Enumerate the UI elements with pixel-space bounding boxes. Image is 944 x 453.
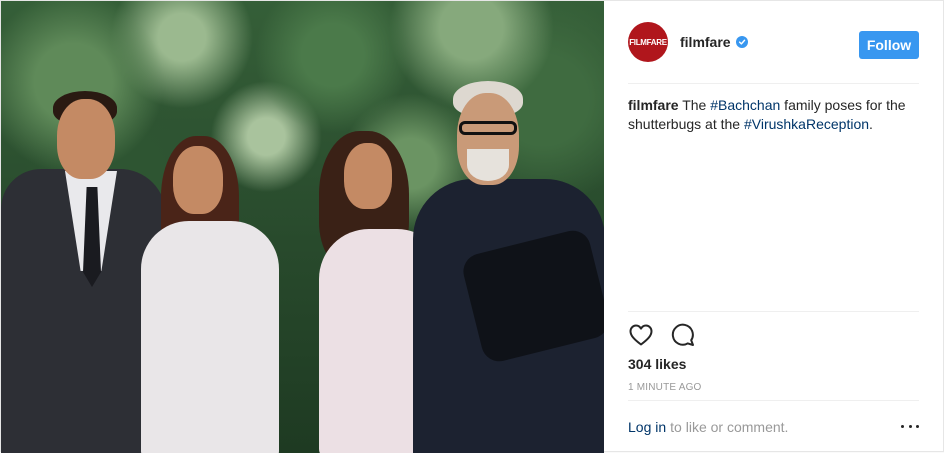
person-4-glasses	[459, 121, 517, 135]
person-1-head	[57, 99, 115, 179]
post-photo[interactable]	[1, 1, 604, 453]
comment-bar: Log in to like or comment.	[628, 400, 919, 452]
person-2-dress	[141, 221, 279, 453]
comment-icon[interactable]	[670, 322, 696, 348]
verified-badge-icon	[735, 36, 748, 48]
login-link[interactable]: Log in	[628, 419, 666, 435]
ellipsis-icon[interactable]	[901, 421, 919, 431]
person-4-beard	[467, 149, 509, 181]
caption-text: The	[678, 97, 711, 113]
action-bar	[628, 311, 919, 351]
caption-username[interactable]: filmfare	[628, 97, 679, 113]
post-timestamp[interactable]: 1 minute ago	[628, 382, 702, 393]
hashtag-link[interactable]: #Bachchan	[710, 97, 780, 113]
heart-icon[interactable]	[628, 322, 654, 348]
post-caption: filmfare The #Bachchan family poses for …	[628, 96, 919, 134]
caption-text: .	[869, 116, 873, 132]
person-3-head	[344, 143, 392, 209]
follow-button[interactable]: Follow	[859, 31, 919, 59]
avatar[interactable]: FILMFARE	[628, 22, 668, 62]
avatar-logo-text: FILMFARE	[629, 37, 667, 47]
post-header: FILMFARE filmfare Follow	[628, 1, 919, 84]
comment-prompt: to like or comment.	[670, 418, 789, 435]
post-side-panel: FILMFARE filmfare Follow filmfare The #B…	[604, 1, 943, 451]
hashtag-link[interactable]: #VirushkaReception	[744, 116, 869, 132]
account-username[interactable]: filmfare	[680, 34, 731, 50]
person-2-head	[173, 146, 223, 214]
likes-count[interactable]: 304 likes	[628, 356, 686, 372]
instagram-post: FILMFARE filmfare Follow filmfare The #B…	[0, 0, 944, 453]
